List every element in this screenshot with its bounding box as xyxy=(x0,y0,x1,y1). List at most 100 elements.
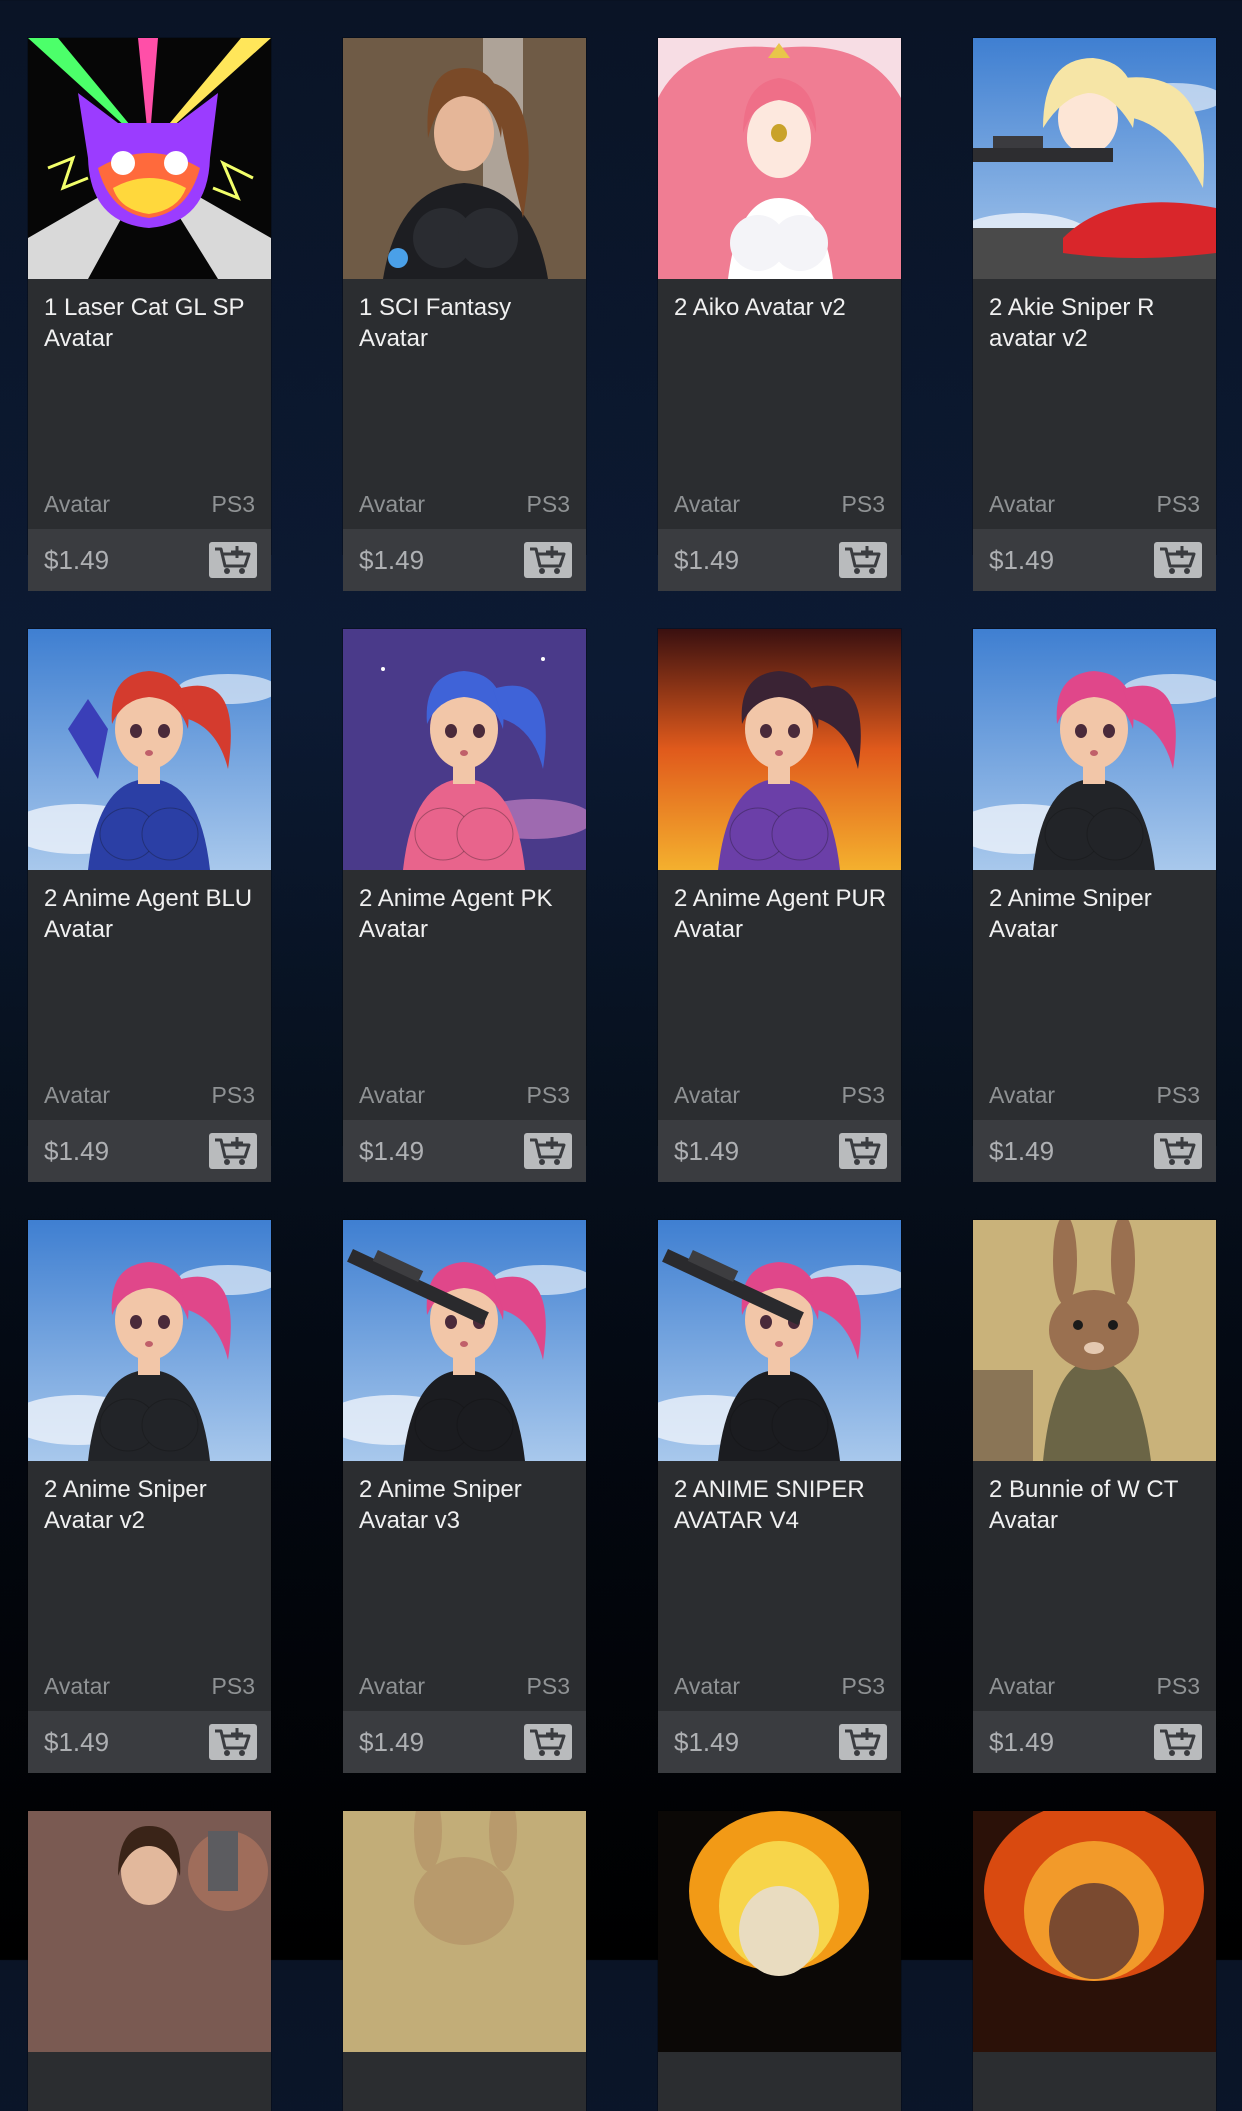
product-platform: PS3 xyxy=(841,1673,885,1699)
product-title[interactable]: 2 Aiko Avatar v2 xyxy=(674,292,892,323)
product-platform: PS3 xyxy=(1156,491,1200,517)
product-card[interactable]: 2 Anime Sniper Avatar v2 Avatar PS3 $1.49 xyxy=(28,1220,271,1773)
product-meta: Avatar PS3 xyxy=(674,489,885,519)
add-to-cart-icon[interactable] xyxy=(209,1133,257,1169)
product-thumbnail[interactable] xyxy=(973,629,1216,870)
product-category: Avatar xyxy=(989,1673,1056,1699)
product-thumbnail[interactable] xyxy=(28,38,271,279)
product-platform: PS3 xyxy=(211,1082,255,1108)
product-title[interactable]: 2 Anime Agent PK Avatar xyxy=(359,883,577,945)
product-category: Avatar xyxy=(674,491,741,517)
product-category: Avatar xyxy=(674,1082,741,1108)
product-grid: 1 Laser Cat GL SP Avatar Avatar PS3 $1.49 1 … xyxy=(0,0,1242,2111)
product-meta: Avatar PS3 xyxy=(359,1080,570,1110)
product-thumbnail[interactable] xyxy=(28,629,271,870)
product-card[interactable] xyxy=(658,1811,901,2111)
product-title[interactable]: 2 Anime Agent PUR Avatar xyxy=(674,883,892,945)
product-platform: PS3 xyxy=(211,1673,255,1699)
product-thumbnail[interactable] xyxy=(658,38,901,279)
add-to-cart-icon[interactable] xyxy=(524,542,572,578)
product-footer: $1.49 xyxy=(343,1711,586,1773)
product-thumbnail[interactable] xyxy=(343,1811,586,2052)
product-card[interactable]: 2 Anime Agent BLU Avatar Avatar PS3 $1.49 xyxy=(28,629,271,1182)
product-platform: PS3 xyxy=(526,1082,570,1108)
product-footer: $1.49 xyxy=(973,1711,1216,1773)
product-meta: Avatar PS3 xyxy=(44,1080,255,1110)
product-meta: Avatar PS3 xyxy=(359,1671,570,1701)
product-footer: $1.49 xyxy=(658,1120,901,1182)
product-price: $1.49 xyxy=(359,1136,425,1166)
product-thumbnail[interactable] xyxy=(343,629,586,870)
add-to-cart-icon[interactable] xyxy=(839,542,887,578)
add-to-cart-icon[interactable] xyxy=(209,1724,257,1760)
product-meta: Avatar PS3 xyxy=(44,489,255,519)
product-title[interactable]: 2 Anime Sniper Avatar v3 xyxy=(359,1474,577,1536)
product-card[interactable]: 2 Bunnie of W CT Avatar Avatar PS3 $1.49 xyxy=(973,1220,1216,1773)
product-title[interactable]: 2 Bunnie of W CT Avatar xyxy=(989,1474,1207,1536)
product-card[interactable]: 2 Akie Sniper R avatar v2 Avatar PS3 $1.49 xyxy=(973,38,1216,591)
add-to-cart-icon[interactable] xyxy=(839,1724,887,1760)
product-thumbnail[interactable] xyxy=(28,1220,271,1461)
product-thumbnail[interactable] xyxy=(973,38,1216,279)
product-card[interactable]: 2 Anime Agent PUR Avatar Avatar PS3 $1.49 xyxy=(658,629,901,1182)
product-thumbnail[interactable] xyxy=(343,38,586,279)
product-platform: PS3 xyxy=(1156,1082,1200,1108)
product-price: $1.49 xyxy=(359,1727,425,1757)
product-title[interactable]: 2 Anime Agent BLU Avatar xyxy=(44,883,262,945)
product-footer: $1.49 xyxy=(658,1711,901,1773)
product-title[interactable]: 2 Anime Sniper Avatar xyxy=(989,883,1207,945)
product-price: $1.49 xyxy=(674,1727,740,1757)
product-price: $1.49 xyxy=(989,1727,1055,1757)
add-to-cart-icon[interactable] xyxy=(1154,542,1202,578)
product-price: $1.49 xyxy=(674,545,740,575)
add-to-cart-icon[interactable] xyxy=(524,1133,572,1169)
product-price: $1.49 xyxy=(44,1136,110,1166)
add-to-cart-icon[interactable] xyxy=(1154,1724,1202,1760)
product-meta: Avatar PS3 xyxy=(674,1080,885,1110)
product-thumbnail[interactable] xyxy=(658,1220,901,1461)
add-to-cart-icon[interactable] xyxy=(209,542,257,578)
product-category: Avatar xyxy=(44,491,111,517)
product-thumbnail[interactable] xyxy=(973,1220,1216,1461)
product-footer: $1.49 xyxy=(343,529,586,591)
product-meta: Avatar PS3 xyxy=(989,1080,1200,1110)
product-meta: Avatar PS3 xyxy=(674,1671,885,1701)
product-thumbnail[interactable] xyxy=(973,1811,1216,2052)
add-to-cart-icon[interactable] xyxy=(839,1133,887,1169)
product-category: Avatar xyxy=(674,1673,741,1699)
product-meta: Avatar PS3 xyxy=(359,489,570,519)
product-title[interactable]: 1 SCI Fantasy Avatar xyxy=(359,292,577,354)
add-to-cart-icon[interactable] xyxy=(524,1724,572,1760)
product-thumbnail[interactable] xyxy=(658,629,901,870)
product-card[interactable]: 1 SCI Fantasy Avatar Avatar PS3 $1.49 xyxy=(343,38,586,591)
product-title[interactable]: 2 Akie Sniper R avatar v2 xyxy=(989,292,1207,354)
product-title[interactable]: 2 Anime Sniper Avatar v2 xyxy=(44,1474,262,1536)
product-thumbnail[interactable] xyxy=(658,1811,901,2052)
product-card[interactable] xyxy=(343,1811,586,2111)
product-title[interactable]: 1 Laser Cat GL SP Avatar xyxy=(44,292,262,354)
product-category: Avatar xyxy=(989,491,1056,517)
product-card[interactable]: 2 Aiko Avatar v2 Avatar PS3 $1.49 xyxy=(658,38,901,591)
product-category: Avatar xyxy=(359,491,426,517)
product-category: Avatar xyxy=(44,1673,111,1699)
product-category: Avatar xyxy=(989,1082,1056,1108)
product-card[interactable]: 2 Anime Sniper Avatar v3 Avatar PS3 $1.49 xyxy=(343,1220,586,1773)
product-title[interactable]: 2 ANIME SNIPER AVATAR V4 xyxy=(674,1474,892,1536)
add-to-cart-icon[interactable] xyxy=(1154,1133,1202,1169)
product-footer: $1.49 xyxy=(658,529,901,591)
product-price: $1.49 xyxy=(359,545,425,575)
product-category: Avatar xyxy=(44,1082,111,1108)
product-footer: $1.49 xyxy=(343,1120,586,1182)
product-card[interactable]: 2 ANIME SNIPER AVATAR V4 Avatar PS3 $1.49 xyxy=(658,1220,901,1773)
product-platform: PS3 xyxy=(211,491,255,517)
product-thumbnail[interactable] xyxy=(28,1811,271,2052)
product-price: $1.49 xyxy=(989,545,1055,575)
product-card[interactable] xyxy=(28,1811,271,2111)
product-meta: Avatar PS3 xyxy=(989,1671,1200,1701)
product-card[interactable]: 1 Laser Cat GL SP Avatar Avatar PS3 $1.49 xyxy=(28,38,271,591)
product-thumbnail[interactable] xyxy=(343,1220,586,1461)
product-card[interactable] xyxy=(973,1811,1216,2111)
product-footer: $1.49 xyxy=(28,1711,271,1773)
product-card[interactable]: 2 Anime Sniper Avatar Avatar PS3 $1.49 xyxy=(973,629,1216,1182)
product-card[interactable]: 2 Anime Agent PK Avatar Avatar PS3 $1.49 xyxy=(343,629,586,1182)
